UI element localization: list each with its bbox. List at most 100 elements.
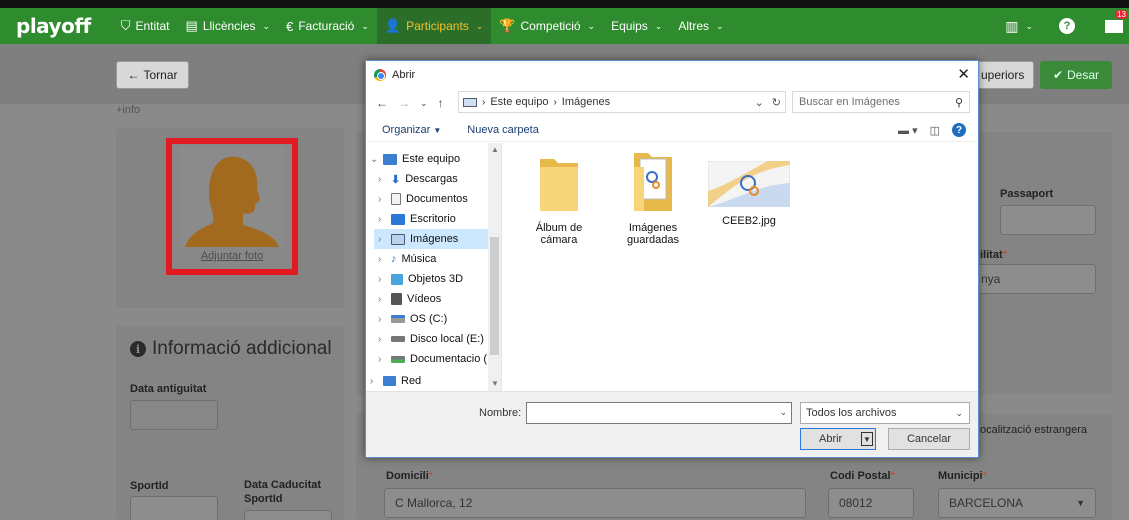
- search-input[interactable]: Buscar en Imágenes ⚲: [792, 91, 970, 113]
- chevron-right-icon: ›: [378, 353, 382, 365]
- tree-item-videos[interactable]: › Vídeos: [378, 289, 441, 309]
- dialog-toolbar: Organizar ▼ Nueva carpeta ▬ ▾ ◫ ?: [366, 119, 978, 141]
- tree-item-descargas[interactable]: › ⬇ Descargas: [378, 169, 458, 189]
- brand-logo[interactable]: playoff: [16, 14, 91, 38]
- tree-item-red[interactable]: › Red: [370, 371, 421, 391]
- passaport-label: Passaport: [1000, 188, 1054, 200]
- localitzacio-label: ocalització estrangera: [980, 424, 1088, 436]
- notification-badge: 13: [1115, 9, 1128, 19]
- nav-item-equips[interactable]: Equips ⌄: [603, 8, 670, 44]
- data-caducitat-field[interactable]: [244, 510, 332, 520]
- tree-item-escritorio[interactable]: › Escritorio: [378, 209, 456, 229]
- desktop-icon: [391, 213, 405, 225]
- close-icon[interactable]: ✕: [957, 65, 970, 83]
- mail-icon[interactable]: 13: [1105, 9, 1128, 33]
- chevron-down-icon[interactable]: ⌄: [755, 96, 764, 109]
- tree-item-objetos-3d[interactable]: › Objetos 3D: [378, 269, 463, 289]
- back-button[interactable]: ← Tornar: [116, 61, 189, 89]
- save-button[interactable]: ✔ Desar: [1040, 61, 1112, 89]
- tree-scrollbar[interactable]: ▲ ▼: [488, 143, 501, 391]
- scroll-down-icon[interactable]: ▼: [491, 379, 499, 388]
- tree-item-documentos[interactable]: › Documentos: [378, 189, 468, 209]
- chevron-right-icon: ›: [378, 273, 382, 285]
- address-bar[interactable]: › Este equipo › Imágenes ⌄ ↻: [458, 91, 786, 113]
- superiors-button[interactable]: uperiors: [974, 61, 1034, 89]
- file-item-imagenes-guardadas[interactable]: Imágenes guardadas: [612, 147, 694, 246]
- passaport-field[interactable]: [1000, 205, 1096, 235]
- back-arrow-icon[interactable]: ←: [376, 96, 388, 110]
- tree-item-este-equipo[interactable]: ⌄ Este equipo: [370, 149, 460, 169]
- disk-icon: [391, 336, 405, 342]
- network-drive-icon: [391, 355, 405, 363]
- video-icon: [391, 293, 402, 305]
- open-button[interactable]: Abrir ▼: [800, 428, 876, 450]
- file-item-ceeb2-jpg[interactable]: CEEB2.jpg: [704, 161, 794, 227]
- municipi-select[interactable]: BARCELONA ▼: [938, 488, 1096, 518]
- preview-pane-icon[interactable]: ◫: [930, 124, 940, 137]
- info-link[interactable]: +info: [116, 104, 140, 116]
- chevron-right-icon: ›: [378, 253, 382, 265]
- chevron-down-icon: ⌄: [475, 20, 484, 31]
- tree-item-musica[interactable]: › ♪ Música: [378, 249, 436, 269]
- organize-menu[interactable]: Organizar ▼: [382, 124, 441, 136]
- file-open-dialog: Abrir ✕ ← → ⌄ ↑ › Este equipo › Imágenes…: [365, 60, 979, 458]
- cancel-button[interactable]: Cancelar: [888, 428, 970, 450]
- nav-label: Entitat: [135, 19, 170, 33]
- network-icon: [383, 376, 396, 386]
- nacionalitat-field[interactable]: nya: [970, 264, 1096, 294]
- domicili-field[interactable]: C Mallorca, 12: [384, 488, 806, 518]
- euro-icon: €: [286, 18, 294, 34]
- photo-upload-box[interactable]: Adjuntar foto: [166, 138, 298, 275]
- tree-item-imagenes[interactable]: › Imágenes: [374, 229, 488, 249]
- chevron-right-icon: ›: [378, 193, 382, 205]
- filename-label: Nombre:: [479, 407, 522, 419]
- tree-item-disco-local-e[interactable]: › Disco local (E:): [378, 329, 484, 349]
- top-navbar: playoff ⛉ Entitat ▤ Llicències ⌄ € Factu…: [0, 0, 1129, 44]
- breadcrumb-imagenes[interactable]: Imágenes: [562, 96, 610, 108]
- tree-item-documentacio[interactable]: › Documentacio (: [378, 349, 487, 369]
- pictures-folder-icon: [463, 97, 477, 107]
- help-icon[interactable]: ?: [1059, 18, 1075, 34]
- superiors-label: uperiors: [981, 68, 1025, 82]
- cube-icon: [391, 273, 403, 285]
- codi-postal-field[interactable]: 08012: [828, 488, 914, 518]
- sportid-field[interactable]: [130, 496, 218, 520]
- stats-menu[interactable]: ▥ ⌄: [997, 8, 1041, 44]
- forward-arrow-icon[interactable]: →: [398, 96, 410, 110]
- attach-photo-link[interactable]: Adjuntar foto: [172, 250, 292, 262]
- data-antiguitat-field[interactable]: [130, 400, 218, 430]
- nav-item-llicencies[interactable]: ▤ Llicències ⌄: [178, 8, 279, 44]
- refresh-icon[interactable]: ↻: [772, 96, 781, 109]
- chevron-right-icon: ›: [378, 333, 382, 345]
- dialog-title: Abrir: [392, 69, 416, 81]
- back-button-label: Tornar: [143, 68, 178, 82]
- nav-item-altres[interactable]: Altres ⌄: [670, 8, 731, 44]
- recent-locations-icon[interactable]: ⌄: [420, 98, 428, 109]
- chevron-right-icon: ›: [378, 173, 382, 185]
- new-folder-button[interactable]: Nueva carpeta: [467, 124, 539, 136]
- nav-item-competicio[interactable]: 🏆 Competició ⌄: [491, 8, 603, 44]
- filetype-select[interactable]: Todos los archivos ⌄: [800, 402, 970, 424]
- chevron-down-icon[interactable]: ⌄: [779, 407, 787, 418]
- scroll-up-icon[interactable]: ▲: [491, 145, 499, 154]
- tree-item-os-c[interactable]: › OS (C:): [378, 309, 447, 329]
- info-icon: i: [130, 341, 146, 357]
- nav-item-facturacio[interactable]: € Facturació ⌄: [278, 8, 377, 44]
- divider: [366, 141, 978, 142]
- nav-label: Participants: [406, 19, 469, 33]
- file-list: Álbum de cámara Imágenes guardadas CEEB2…: [506, 147, 976, 387]
- download-icon: ⬇: [391, 173, 401, 186]
- view-options-icon[interactable]: ▬ ▾: [898, 124, 918, 137]
- nav-item-entitat[interactable]: ⛉ Entitat: [113, 8, 178, 44]
- filename-input[interactable]: ⌄: [526, 402, 792, 424]
- help-icon[interactable]: ?: [952, 123, 966, 137]
- breadcrumb-este-equipo[interactable]: Este equipo: [490, 96, 548, 108]
- caret-down-icon[interactable]: ▼: [861, 432, 873, 446]
- file-item-album-camara[interactable]: Álbum de cámara: [518, 153, 600, 246]
- nav-item-participants[interactable]: 👤 Participants ⌄: [376, 8, 492, 44]
- up-arrow-icon[interactable]: ↑: [438, 96, 444, 110]
- drive-icon: [391, 315, 405, 323]
- search-icon: ⚲: [954, 96, 963, 109]
- nacionalitat-label: ilitat*: [980, 249, 1007, 261]
- scrollbar-thumb[interactable]: [490, 237, 499, 355]
